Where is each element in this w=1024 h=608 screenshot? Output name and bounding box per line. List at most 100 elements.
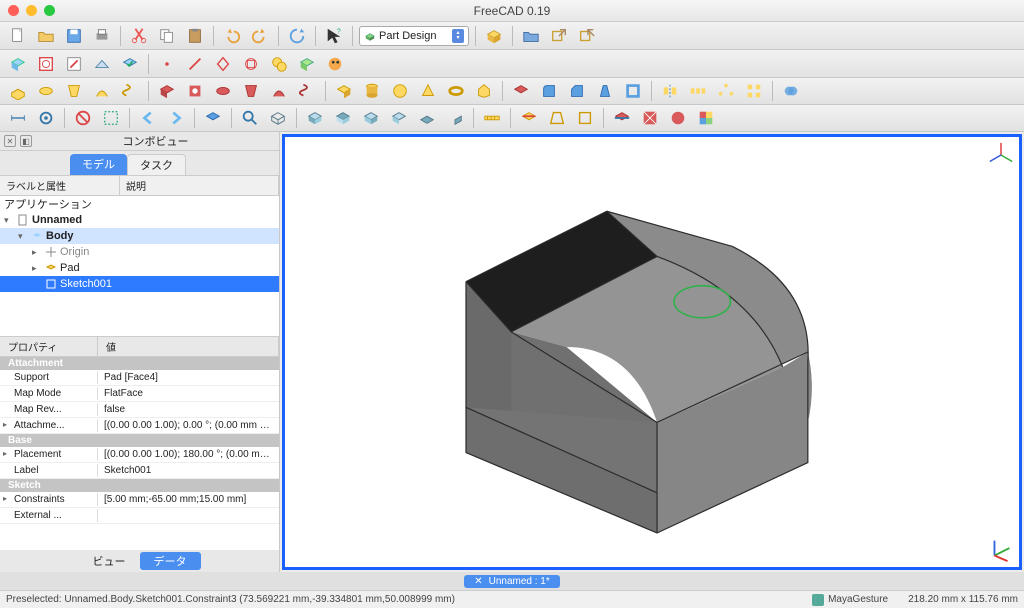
model-tree[interactable]: アプリケーション ▾ Unnamed ▾ Body ▸ Origin ▸ Pad — [0, 196, 279, 336]
draft-icon[interactable] — [323, 53, 347, 75]
primitive-cone-icon[interactable] — [416, 80, 440, 102]
link-import-icon[interactable] — [575, 25, 599, 47]
clone-icon[interactable] — [267, 53, 291, 75]
map-sketch-icon[interactable] — [90, 53, 114, 75]
open-file-icon[interactable] — [34, 25, 58, 47]
prop-support[interactable]: SupportPad [Face4] — [0, 370, 279, 386]
create-body-icon[interactable] — [6, 53, 30, 75]
sub-loft-icon[interactable] — [239, 80, 263, 102]
tree-origin[interactable]: ▸ Origin — [0, 244, 279, 260]
clip-plane-icon[interactable] — [610, 107, 634, 129]
create-sketch-icon[interactable] — [34, 53, 58, 75]
validate-sketch-icon[interactable] — [118, 53, 142, 75]
cut-icon[interactable] — [127, 25, 151, 47]
appearance-icon[interactable] — [666, 107, 690, 129]
dot-icon[interactable] — [155, 53, 179, 75]
save-icon[interactable] — [62, 25, 86, 47]
prop-attachment-offset[interactable]: Attachme...[(0.00 0.00 1.00); 0.00 °; (0… — [0, 418, 279, 434]
edit-sketch-icon[interactable] — [62, 53, 86, 75]
view-left-icon[interactable] — [443, 107, 467, 129]
prop-placement[interactable]: Placement[(0.00 0.00 1.00); 180.00 °; (0… — [0, 447, 279, 463]
view-right-icon[interactable] — [359, 107, 383, 129]
mirror-icon[interactable] — [658, 80, 682, 102]
ortho-icon[interactable] — [573, 107, 597, 129]
loft-icon[interactable] — [62, 80, 86, 102]
tree-body[interactable]: ▾ Body — [0, 228, 279, 244]
fit-all-icon[interactable] — [238, 107, 262, 129]
nav-back-icon[interactable] — [136, 107, 160, 129]
pocket-icon[interactable] — [155, 80, 179, 102]
view-top-icon[interactable] — [331, 107, 355, 129]
texture-icon[interactable] — [638, 107, 662, 129]
primitive-prism-icon[interactable] — [472, 80, 496, 102]
random-color-icon[interactable] — [694, 107, 718, 129]
view-rear-icon[interactable] — [387, 107, 411, 129]
isometric-icon[interactable] — [266, 107, 290, 129]
undo-icon[interactable] — [220, 25, 244, 47]
link-select-icon[interactable] — [201, 107, 225, 129]
shape-binder-icon[interactable] — [295, 53, 319, 75]
tab-task[interactable]: タスク — [127, 154, 186, 175]
redo-icon[interactable] — [248, 25, 272, 47]
box-icon[interactable] — [482, 25, 506, 47]
primitive-torus-icon[interactable] — [444, 80, 468, 102]
sub-helix-icon[interactable] — [295, 80, 319, 102]
panel-undock-icon[interactable]: ◧ — [20, 135, 32, 147]
prop-mapmode[interactable]: Map ModeFlatFace — [0, 386, 279, 402]
workbench-selector[interactable]: Part Design — [359, 26, 469, 46]
new-file-icon[interactable] — [6, 25, 30, 47]
tree-app[interactable]: アプリケーション — [0, 196, 279, 212]
paste-icon[interactable] — [183, 25, 207, 47]
measure-toggle-icon[interactable] — [34, 107, 58, 129]
tab-data[interactable]: データ — [140, 552, 201, 570]
measure-linear-icon[interactable] — [6, 107, 30, 129]
polar-pattern-icon[interactable] — [714, 80, 738, 102]
tree-doc[interactable]: ▾ Unnamed — [0, 212, 279, 228]
sub-box-icon[interactable] — [509, 80, 533, 102]
prop-constraints[interactable]: Constraints[5.00 mm;-65.00 mm;15.00 mm] — [0, 492, 279, 508]
no-selection-icon[interactable] — [71, 107, 95, 129]
helix-icon[interactable] — [118, 80, 142, 102]
prop-label[interactable]: LabelSketch001 — [0, 463, 279, 479]
diamond-icon[interactable] — [211, 53, 235, 75]
section-icon[interactable] — [517, 107, 541, 129]
sub-sweep-icon[interactable] — [267, 80, 291, 102]
nav-forward-icon[interactable] — [164, 107, 188, 129]
line-icon[interactable] — [183, 53, 207, 75]
pad-icon[interactable] — [6, 80, 30, 102]
revolution-icon[interactable] — [34, 80, 58, 102]
tab-model[interactable]: モデル — [70, 154, 127, 175]
chamfer-icon[interactable] — [565, 80, 589, 102]
tab-view[interactable]: ビュー — [79, 552, 140, 570]
primitive-box-icon[interactable] — [332, 80, 356, 102]
bounding-box-icon[interactable] — [99, 107, 123, 129]
document-tab[interactable]: ✕ Unnamed : 1* — [464, 575, 560, 588]
whats-this-icon[interactable]: ? — [322, 25, 346, 47]
view-bottom-icon[interactable] — [415, 107, 439, 129]
print-icon[interactable] — [90, 25, 114, 47]
hole-icon[interactable] — [183, 80, 207, 102]
linear-pattern-icon[interactable] — [686, 80, 710, 102]
boolean-icon[interactable] — [779, 80, 803, 102]
primitive-cyl-icon[interactable] — [360, 80, 384, 102]
tab-close-icon[interactable]: ✕ — [474, 576, 482, 587]
measure-distance-icon[interactable] — [480, 107, 504, 129]
refresh-icon[interactable] — [285, 25, 309, 47]
copy-icon[interactable] — [155, 25, 179, 47]
3d-viewport[interactable] — [282, 134, 1022, 570]
multi-transform-icon[interactable] — [742, 80, 766, 102]
groove-icon[interactable] — [211, 80, 235, 102]
view-front-icon[interactable] — [303, 107, 327, 129]
persp-icon[interactable] — [545, 107, 569, 129]
thickness-icon[interactable] — [621, 80, 645, 102]
tree-pad[interactable]: ▸ Pad — [0, 260, 279, 276]
draft-angle-icon[interactable] — [593, 80, 617, 102]
prop-external[interactable]: External ... — [0, 508, 279, 524]
group-folder-icon[interactable] — [519, 25, 543, 47]
sweep-icon[interactable] — [90, 80, 114, 102]
prop-maprev[interactable]: Map Rev...false — [0, 402, 279, 418]
circle-square-icon[interactable] — [239, 53, 263, 75]
nav-style-selector[interactable]: MayaGesture — [812, 594, 888, 606]
tree-sketch001[interactable]: Sketch001 — [0, 276, 279, 292]
link-export-icon[interactable] — [547, 25, 571, 47]
